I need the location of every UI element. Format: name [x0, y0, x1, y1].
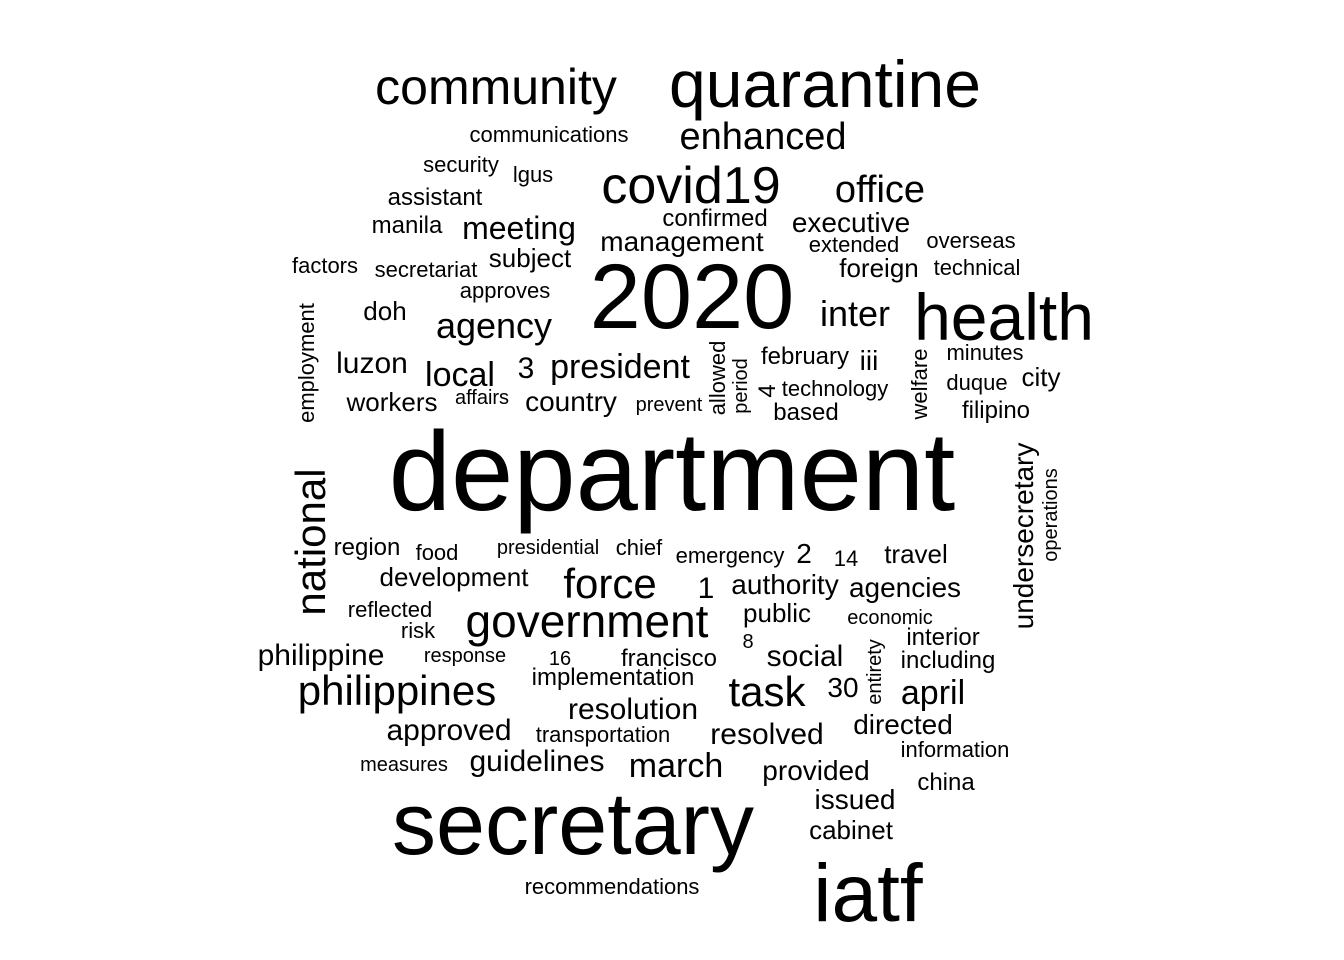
word-overseas: overseas	[926, 228, 1016, 253]
word-information: information	[900, 737, 1010, 762]
word-guidelines: guidelines	[469, 745, 605, 778]
word-minutes: minutes	[946, 340, 1024, 365]
word-3: 3	[517, 352, 535, 385]
word-manila: manila	[371, 212, 443, 239]
word-development: development	[379, 562, 529, 592]
word-meeting: meeting	[462, 210, 576, 246]
word-agency: agency	[435, 305, 553, 346]
word-14: 14	[833, 546, 859, 571]
word-transportation: transportation	[535, 722, 671, 747]
word-resolution: resolution	[567, 693, 699, 726]
word-enhanced: enhanced	[679, 116, 847, 158]
word-undersecretary: undersecretary	[1008, 442, 1039, 630]
word-april: april	[900, 674, 966, 712]
word-february: february	[760, 343, 850, 370]
word-region: region	[333, 534, 401, 561]
word-affairs: affairs	[454, 387, 510, 409]
word-cloud: department 2020 secretary health quarant…	[0, 0, 1344, 960]
word-2: 2	[796, 538, 812, 569]
word-confirmed: confirmed	[662, 205, 768, 232]
word-response: response	[423, 645, 507, 667]
word-emergency: emergency	[675, 543, 785, 568]
word-iatf: iatf	[813, 848, 923, 939]
word-2020: 2020	[589, 246, 795, 348]
word-communications: communications	[469, 122, 629, 147]
word-luzon: luzon	[336, 347, 408, 380]
word-employment: employment	[294, 303, 319, 423]
word-subject: subject	[488, 243, 572, 273]
word-china: china	[917, 769, 975, 796]
word-factors: factors	[291, 253, 359, 278]
word-30: 30	[827, 672, 859, 703]
word-agencies: agencies	[848, 572, 962, 603]
word-iii: iii	[859, 345, 879, 376]
word-1: 1	[697, 572, 715, 605]
word-welfare: welfare	[907, 348, 932, 420]
word-public: public	[743, 598, 811, 628]
word-entirety: entirety	[864, 639, 886, 705]
word-workers: workers	[346, 387, 438, 417]
word-office: office	[834, 169, 926, 211]
word-approved: approved	[386, 714, 512, 747]
word-presidential: presidential	[496, 537, 600, 559]
word-8: 8	[742, 631, 754, 653]
word-operations: operations	[1040, 468, 1062, 562]
word-quarantine: quarantine	[669, 47, 981, 121]
word-issued: issued	[814, 784, 896, 815]
word-secretary: secretary	[392, 774, 754, 873]
word-provided: provided	[762, 755, 870, 786]
word-country: country	[525, 386, 617, 417]
word-inter: inter	[819, 293, 891, 334]
word-cabinet: cabinet	[809, 815, 893, 845]
word-extended: extended	[808, 232, 900, 257]
word-including: including	[900, 647, 996, 674]
word-travel: travel	[884, 539, 948, 569]
word-filipino: filipino	[961, 397, 1031, 424]
word-assistant: assistant	[387, 184, 483, 211]
word-food: food	[415, 540, 459, 565]
word-president: president	[550, 348, 690, 386]
word-task: task	[728, 668, 806, 715]
word-foreign: foreign	[839, 253, 919, 283]
word-philippine: philippine	[257, 639, 385, 672]
word-department: department	[388, 409, 956, 534]
word-recommendations: recommendations	[524, 874, 700, 899]
word-management: management	[600, 226, 764, 257]
word-community: community	[375, 59, 617, 115]
word-risk: risk	[400, 618, 436, 643]
word-duque: duque	[946, 370, 1008, 395]
word-city: city	[1021, 362, 1061, 392]
word-prevent: prevent	[635, 394, 703, 416]
word-social: social	[766, 640, 844, 673]
word-philippines: philippines	[297, 667, 497, 714]
word-force: force	[563, 560, 657, 607]
word-based: based	[773, 399, 839, 426]
word-technology: technology	[781, 376, 889, 401]
word-period: period	[730, 358, 752, 414]
word-francisco: francisco	[620, 645, 718, 672]
word-doh: doh	[363, 296, 407, 326]
word-approves: approves	[459, 278, 551, 303]
word-4: 4	[754, 384, 781, 398]
word-security: security	[423, 152, 499, 177]
word-resolved: resolved	[710, 718, 824, 751]
word-16: 16	[548, 648, 572, 670]
word-measures: measures	[360, 754, 448, 776]
word-technical: technical	[933, 255, 1021, 280]
word-directed: directed	[853, 709, 953, 740]
word-authority: authority	[731, 569, 839, 600]
word-national: national	[287, 468, 334, 616]
word-march: march	[628, 747, 724, 785]
word-allowed: allowed	[705, 340, 730, 416]
word-economic: economic	[847, 607, 933, 629]
word-chief: chief	[615, 535, 663, 560]
word-lgus: lgus	[512, 162, 554, 187]
